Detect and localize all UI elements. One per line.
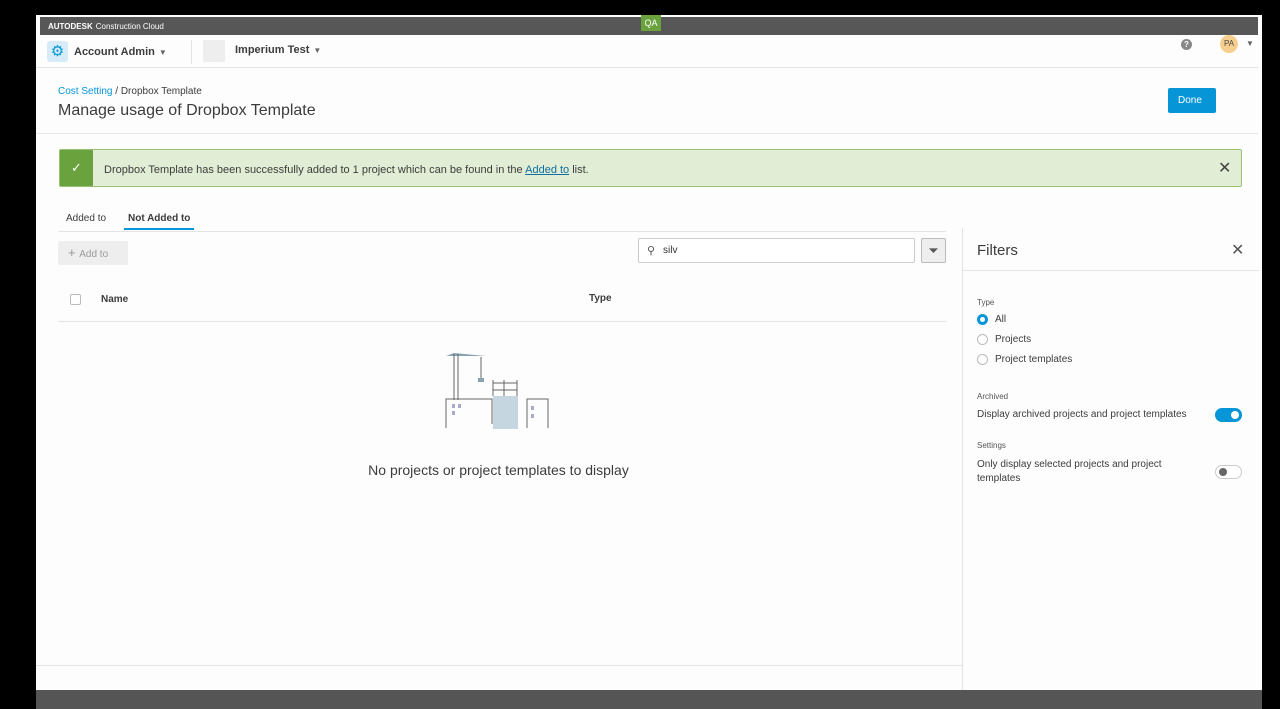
filter-button[interactable]: ⏷ [921,238,946,263]
divider [36,133,1258,134]
radio-all[interactable]: All [977,314,1006,325]
divider [58,321,946,322]
empty-state-illustration [445,353,549,429]
close-icon[interactable]: ✕ [1231,240,1244,260]
filters-title: Filters [977,242,1018,259]
breadcrumb-current: Dropbox Template [120,86,202,97]
settings-label: Settings [977,441,1006,450]
radio-label: All [995,314,1007,325]
breadcrumb-cost-setting[interactable]: Cost Setting [58,86,112,97]
gear-icon[interactable]: ⚙ [47,41,68,62]
check-circle-icon: ✓ [60,150,93,186]
top-nav: ⚙ Account Admin ▼ Imperium Test ▼ ? PA ▼ [36,35,1258,68]
added-to-link[interactable]: Added to [525,164,569,176]
filter-icon: ⏷ [928,243,939,258]
archived-toggle[interactable] [1215,408,1242,422]
help-icon[interactable]: ? [1181,39,1192,50]
project-icon [203,40,225,62]
breadcrumb-separator: / [115,86,119,97]
add-to-button[interactable]: + Add to [58,241,128,265]
success-banner: ✓ Dropbox Template has been successfully… [59,149,1242,187]
search-icon: ⚲ [647,245,656,257]
account-label: Account Admin [74,46,155,58]
account-selector[interactable]: Account Admin ▼ [74,46,167,58]
banner-text: Dropbox Template has been successfully a… [104,164,589,176]
close-icon[interactable]: ✕ [1218,158,1231,178]
chevron-down-icon[interactable]: ▼ [1246,39,1254,48]
project-selector[interactable]: Imperium Test ▼ [235,44,321,56]
page-title: Manage usage of Dropbox Template [58,102,316,119]
radio-icon [977,354,988,365]
env-badge: QA [641,15,661,31]
brand-logo: AUTODESK [48,21,93,31]
column-header-name[interactable]: Name [101,294,128,305]
tabs: Added to Not Added to [58,210,946,232]
avatar[interactable]: PA [1220,35,1238,53]
divider [963,270,1259,271]
divider [36,665,962,666]
project-label: Imperium Test [235,44,310,56]
search-input[interactable] [638,238,915,263]
archived-label: Archived [977,392,1009,401]
product-name: Construction Cloud [95,21,164,31]
tab-added-to[interactable]: Added to [66,213,106,224]
type-label: Type [977,298,995,307]
radio-project-templates[interactable]: Project templates [977,354,1072,365]
selected-only-toggle[interactable] [1215,465,1242,479]
column-header-type[interactable]: Type [589,293,612,304]
chevron-down-icon: ▼ [158,48,167,57]
radio-icon [977,334,988,345]
select-all-checkbox[interactable] [70,294,81,305]
app-window: AUTODESK Construction Cloud QA ⚙ Account … [36,15,1262,695]
tab-not-added-to[interactable]: Not Added to [124,213,195,230]
breadcrumb: Cost Setting / Dropbox Template [58,86,202,97]
archived-text: Display archived projects and project te… [977,409,1187,420]
radio-label: Project templates [995,354,1073,365]
done-button[interactable]: Done [1168,88,1216,113]
radio-projects[interactable]: Projects [977,334,1031,345]
radio-label: Projects [995,334,1032,345]
divider [191,40,192,64]
empty-state-text: No projects or project templates to disp… [368,462,629,478]
chevron-down-icon: ▼ [313,46,322,55]
filters-panel: Filters ✕ Type All Projects Project temp… [962,228,1262,695]
settings-text: Only display selected projects and proje… [977,459,1162,484]
add-to-label: Add to [79,249,109,260]
bottom-bar [36,690,1262,709]
radio-icon [977,314,988,325]
plus-icon: + [68,245,80,260]
